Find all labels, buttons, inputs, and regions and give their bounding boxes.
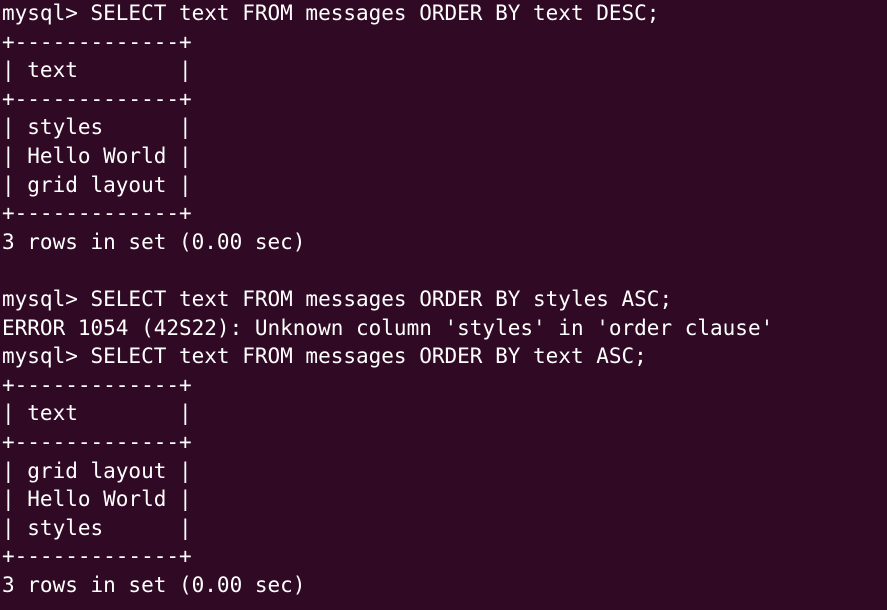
table-border: +-------------+ bbox=[2, 29, 192, 54]
table-row: | Hello World | bbox=[2, 487, 192, 512]
table-border: +-------------+ bbox=[2, 544, 192, 569]
command-line-1: mysql> SELECT text FROM messages ORDER B… bbox=[2, 1, 660, 25]
table-border: +-------------+ bbox=[2, 201, 192, 226]
table-border: +-------------+ bbox=[2, 372, 192, 397]
table-row: | Hello World | bbox=[2, 143, 192, 168]
table-row: | styles | bbox=[2, 515, 192, 540]
error-message: ERROR 1054 (42S22): Unknown column 'styl… bbox=[2, 315, 774, 340]
table-border: +-------------+ bbox=[2, 429, 192, 454]
table-row: | grid layout | bbox=[2, 172, 192, 197]
terminal-output[interactable]: mysql> SELECT text FROM messages ORDER B… bbox=[0, 0, 887, 610]
command-line-2: mysql> SELECT text FROM messages ORDER B… bbox=[2, 286, 673, 311]
command-line-3: mysql> SELECT text FROM messages ORDER B… bbox=[2, 344, 647, 369]
table-row: | grid layout | bbox=[2, 458, 192, 483]
table-border: +-------------+ bbox=[2, 86, 192, 111]
result-summary: 3 rows in set (0.00 sec) bbox=[2, 572, 306, 597]
table-header: | text | bbox=[2, 58, 192, 83]
table-header: | text | bbox=[2, 401, 192, 426]
result-summary: 3 rows in set (0.00 sec) bbox=[2, 229, 306, 254]
table-row: | styles | bbox=[2, 115, 192, 140]
